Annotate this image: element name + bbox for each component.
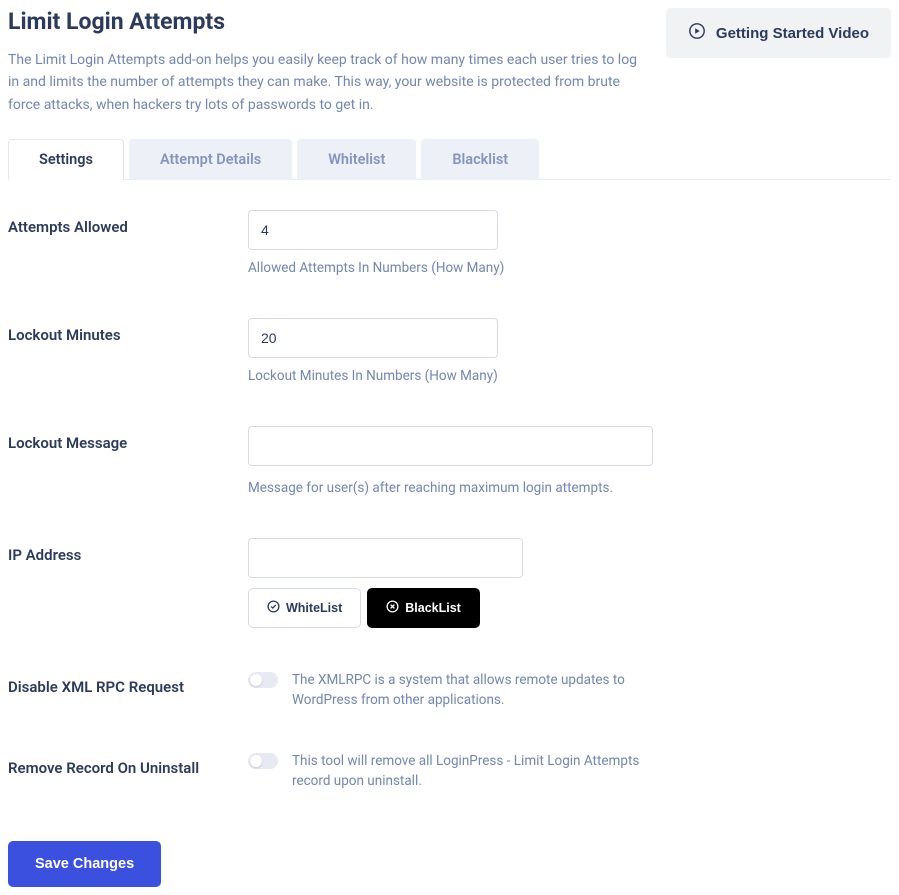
remove-record-toggle[interactable] xyxy=(248,753,278,769)
remove-record-label: Remove Record On Uninstall xyxy=(8,751,248,777)
whitelist-button[interactable]: WhiteList xyxy=(248,588,361,628)
lockout-message-label: Lockout Message xyxy=(8,426,248,452)
disable-xmlrpc-label: Disable XML RPC Request xyxy=(8,670,248,696)
lockout-message-help: Message for user(s) after reaching maxim… xyxy=(248,480,891,496)
ip-address-input[interactable] xyxy=(248,538,523,578)
tab-attempt-details[interactable]: Attempt Details xyxy=(129,139,292,180)
check-circle-icon xyxy=(267,600,280,616)
lockout-message-input[interactable] xyxy=(248,426,653,466)
whitelist-button-label: WhiteList xyxy=(286,601,342,615)
remove-record-desc: This tool will remove all LoginPress - L… xyxy=(292,751,662,792)
lockout-minutes-help: Lockout Minutes In Numbers (How Many) xyxy=(248,368,891,384)
attempts-allowed-label: Attempts Allowed xyxy=(8,210,248,236)
tab-whitelist[interactable]: Whitelist xyxy=(297,139,416,180)
tabs-bar: Settings Attempt Details Whitelist Black… xyxy=(8,138,891,180)
toggle-knob xyxy=(250,674,262,686)
toggle-knob xyxy=(250,755,262,767)
save-changes-button[interactable]: Save Changes xyxy=(8,841,161,887)
page-description: The Limit Login Attempts add-on helps yo… xyxy=(8,49,646,116)
play-icon xyxy=(688,22,706,44)
page-title: Limit Login Attempts xyxy=(8,8,646,35)
tab-settings[interactable]: Settings xyxy=(8,139,124,180)
disable-xmlrpc-desc: The XMLRPC is a system that allows remot… xyxy=(292,670,662,711)
attempts-allowed-help: Allowed Attempts In Numbers (How Many) xyxy=(248,260,891,276)
lockout-minutes-input[interactable] xyxy=(248,318,498,358)
getting-started-video-button[interactable]: Getting Started Video xyxy=(666,8,891,58)
ip-address-label: IP Address xyxy=(8,538,248,564)
disable-xmlrpc-toggle[interactable] xyxy=(248,672,278,688)
attempts-allowed-input[interactable] xyxy=(248,210,498,250)
blacklist-button[interactable]: BlackList xyxy=(367,588,480,628)
lockout-minutes-label: Lockout Minutes xyxy=(8,318,248,344)
video-button-label: Getting Started Video xyxy=(716,25,869,42)
x-circle-icon xyxy=(386,600,399,616)
tab-blacklist[interactable]: Blacklist xyxy=(421,139,539,180)
blacklist-button-label: BlackList xyxy=(405,601,461,615)
